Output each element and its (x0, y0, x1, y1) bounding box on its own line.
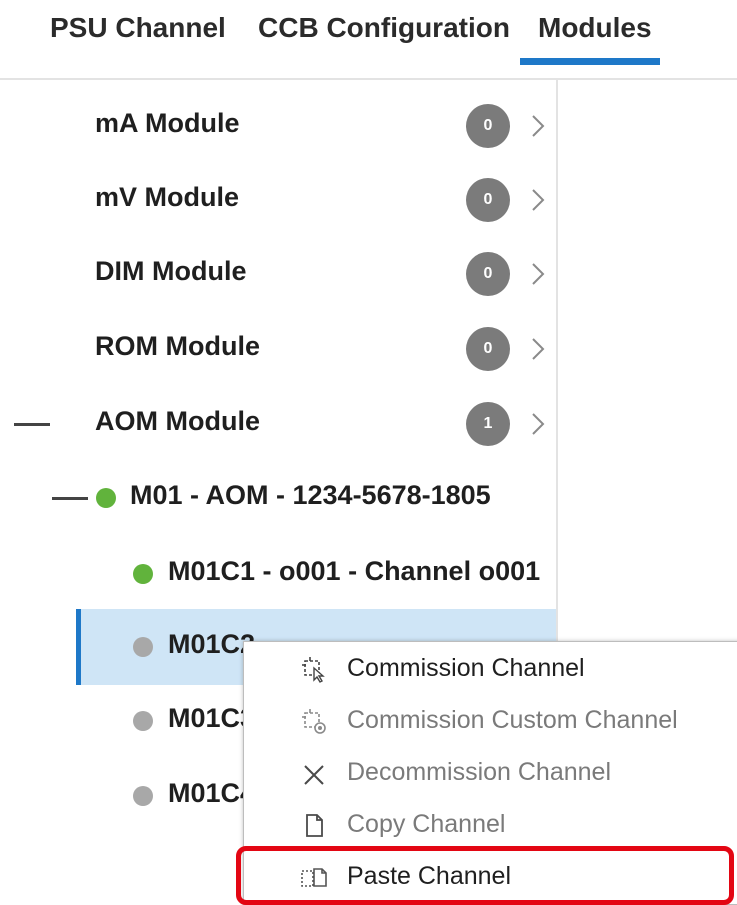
module-row-mv[interactable]: mV Module 0 (0, 172, 556, 228)
paste-icon (301, 868, 327, 887)
module-count-badge: 0 (466, 252, 510, 296)
status-dot-icon (96, 488, 116, 508)
module-row-rom[interactable]: ROM Module 0 (0, 321, 556, 377)
module-label: AOM Module (95, 406, 260, 436)
active-tab-indicator (520, 58, 660, 65)
module-row-dim[interactable]: DIM Module 0 (0, 246, 556, 302)
menu-item-commission-channel[interactable]: Commission Channel (244, 643, 737, 695)
chevron-right-icon[interactable] (529, 113, 547, 139)
tab-modules[interactable]: Modules (538, 8, 652, 48)
module-label: mA Module (95, 108, 240, 138)
tab-ccb-configuration[interactable]: CCB Configuration (258, 8, 510, 48)
channel-label: M01C4 (168, 778, 256, 808)
close-icon (304, 765, 324, 785)
menu-item-decommission-channel[interactable]: Decommission Channel (244, 747, 737, 799)
module-label: DIM Module (95, 256, 247, 286)
module-count-badge: 1 (466, 402, 510, 446)
status-dot-icon (133, 637, 153, 657)
menu-item-label: Commission Custom Channel (347, 706, 678, 734)
status-dot-icon (133, 564, 153, 584)
menu-item-label: Commission Channel (347, 654, 585, 682)
channel-row[interactable]: M01C1 - o001 - Channel o001 (0, 546, 556, 602)
menu-item-label: Copy Channel (347, 810, 506, 838)
menu-item-commission-custom-channel[interactable]: Commission Custom Channel (244, 695, 737, 747)
menu-item-label: Paste Channel (347, 862, 512, 890)
menu-item-paste-channel[interactable]: Paste Channel (244, 851, 737, 903)
status-dot-icon (133, 786, 153, 806)
module-instance-row[interactable]: M01 - AOM - 1234-5678-1805 (0, 470, 556, 526)
chevron-right-icon[interactable] (529, 261, 547, 287)
tab-psu-channel[interactable]: PSU Channel (50, 8, 226, 48)
module-instance-label: M01 - AOM - 1234-5678-1805 (130, 480, 491, 510)
channel-context-menu: Commission Channel Commission Custom Cha… (243, 641, 737, 905)
module-label: ROM Module (95, 331, 260, 361)
tab-bar: PSU Channel CCB Configuration Modules (0, 0, 737, 80)
collapse-icon[interactable] (14, 423, 50, 426)
commission-custom-icon (302, 709, 326, 734)
menu-item-copy-channel[interactable]: Copy Channel (244, 799, 737, 851)
menu-item-label: Decommission Channel (347, 758, 612, 786)
commission-icon (302, 657, 325, 683)
channel-label: M01C3 (168, 703, 256, 733)
module-count-badge: 0 (466, 104, 510, 148)
module-row-aom[interactable]: AOM Module 1 (0, 396, 556, 452)
copy-icon (306, 814, 323, 837)
channel-label: M01C1 - o001 - Channel o001 (168, 556, 541, 586)
chevron-right-icon[interactable] (529, 187, 547, 213)
chevron-right-icon[interactable] (529, 336, 547, 362)
chevron-right-icon[interactable] (529, 411, 547, 437)
module-row-ma[interactable]: mA Module 0 (0, 98, 556, 154)
module-count-badge: 0 (466, 327, 510, 371)
module-label: mV Module (95, 182, 240, 212)
modules-screen: PSU Channel CCB Configuration Modules mA… (0, 0, 737, 905)
status-dot-icon (133, 711, 153, 731)
module-count-badge: 0 (466, 178, 510, 222)
collapse-icon[interactable] (52, 497, 88, 500)
channel-label: M01C2 (168, 629, 256, 659)
